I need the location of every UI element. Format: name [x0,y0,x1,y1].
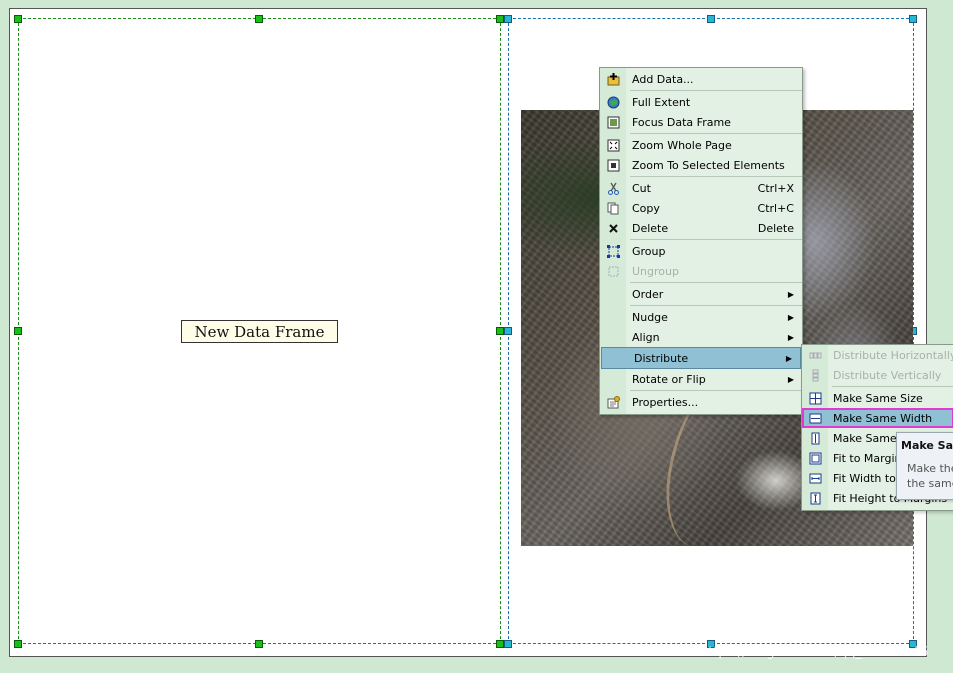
copy-icon [606,201,620,215]
selection-handle[interactable] [14,327,22,335]
menu-item-nudge[interactable]: Nudge ▶ [600,307,802,327]
menu-item-align[interactable]: Align ▶ [600,327,802,347]
submenu-item-distribute-vertically[interactable]: Distribute Vertically [802,365,953,385]
same-height-icon [808,431,822,445]
menu-separator [630,239,802,240]
menu-item-delete[interactable]: Delete Delete [600,218,802,238]
selection-handle[interactable] [504,327,512,335]
menu-separator [630,133,802,134]
same-width-icon [808,411,822,425]
menu-item-properties[interactable]: Properties... [600,392,802,412]
ungroup-icon [606,264,620,278]
menu-item-label: Distribute Vertically [833,368,942,382]
menu-item-label: Distribute [634,351,689,365]
tooltip-text: the same [907,477,953,490]
fit-height-icon [808,491,822,505]
selection-handle[interactable] [496,640,504,648]
menu-item-label: Properties... [632,395,699,409]
menu-separator [630,176,802,177]
menu-item-label: Group [632,244,666,258]
menu-item-focus-data-frame[interactable]: Focus Data Frame [600,112,802,132]
menu-item-order[interactable]: Order ▶ [600,284,802,304]
menu-item-label: Add Data... [632,72,694,86]
selection-handle[interactable] [14,640,22,648]
submenu-item-make-same-width[interactable]: Make Same Width [802,408,953,428]
delete-icon [606,221,620,235]
menu-item-label: Full Extent [632,95,691,109]
new-data-frame-label: New Data Frame [181,320,338,343]
submenu-item-make-same-size[interactable]: Make Same Size [802,388,953,408]
menu-item-label: Make Same Width [833,411,933,425]
selection-handle[interactable] [496,327,504,335]
menu-item-label: Rotate or Flip [632,372,706,386]
group-icon [606,244,620,258]
menu-item-label: Nudge [632,310,668,324]
fit-margins-icon [808,451,822,465]
properties-icon [606,395,620,409]
submenu-arrow-icon: ▶ [787,374,794,384]
menu-item-label: Distribute Horizontally [833,348,953,362]
submenu-arrow-icon: ▶ [787,332,794,342]
submenu-arrow-icon: ▶ [787,312,794,322]
menu-item-label: Focus Data Frame [632,115,731,129]
menu-item-label: Align [632,330,660,344]
menu-item-label: Cut [632,181,651,195]
tooltip-title: Make Same Width [901,439,953,452]
focus-frame-icon [606,115,620,129]
menu-item-add-data[interactable]: Add Data... [600,69,802,89]
menu-item-zoom-whole-page[interactable]: Zoom Whole Page [600,135,802,155]
menu-item-copy[interactable]: Copy Ctrl+C [600,198,802,218]
add-data-icon [606,72,620,86]
selection-handle[interactable] [504,15,512,23]
selection-handle[interactable] [496,15,504,23]
menu-item-cut[interactable]: Cut Ctrl+X [600,178,802,198]
selection-handle[interactable] [707,15,715,23]
context-menu: Add Data... Full Extent Focus Data Frame… [599,67,803,415]
submenu-item-distribute-horizontally[interactable]: Distribute Horizontally [802,345,953,365]
menu-item-rotate-or-flip[interactable]: Rotate or Flip ▶ [600,369,802,389]
menu-item-label: Order [632,287,664,301]
scissors-icon [606,181,620,195]
same-size-icon [808,391,822,405]
menu-item-label: Zoom Whole Page [632,138,732,152]
menu-item-label: Zoom To Selected Elements [632,158,785,172]
menu-item-label: Copy [632,201,660,215]
shortcut-label: Ctrl+X [757,181,794,195]
tooltip: Make Same Width Make the the same [896,432,953,500]
tooltip-text: Make the [907,462,953,475]
fit-width-icon [808,471,822,485]
selection-handle[interactable] [504,640,512,648]
watermark: https://blog.csdn.net/qq_46071146 [700,645,929,660]
menu-separator [630,282,802,283]
menu-separator [630,390,802,391]
shortcut-label: Ctrl+C [757,201,794,215]
shortcut-label: Delete [757,221,794,235]
menu-separator [832,386,953,387]
zoom-page-icon [606,138,620,152]
menu-separator [630,90,802,91]
menu-item-label: Make Same Size [833,391,923,405]
distribute-horizontal-icon [808,348,822,362]
zoom-selected-icon [606,158,620,172]
menu-item-group[interactable]: Group [600,241,802,261]
submenu-arrow-icon: ▶ [785,353,792,363]
submenu-arrow-icon: ▶ [787,289,794,299]
selection-handle[interactable] [255,640,263,648]
menu-item-ungroup[interactable]: Ungroup [600,261,802,281]
menu-item-label: Delete [632,221,669,235]
menu-separator [630,305,802,306]
selection-handle[interactable] [255,15,263,23]
globe-icon [606,95,620,109]
selection-handle[interactable] [14,15,22,23]
menu-item-zoom-to-selected[interactable]: Zoom To Selected Elements [600,155,802,175]
selection-handle[interactable] [909,15,917,23]
distribute-vertical-icon [808,368,822,382]
menu-item-distribute[interactable]: Distribute ▶ [601,347,801,369]
menu-item-full-extent[interactable]: Full Extent [600,92,802,112]
menu-item-label: Ungroup [632,264,679,278]
